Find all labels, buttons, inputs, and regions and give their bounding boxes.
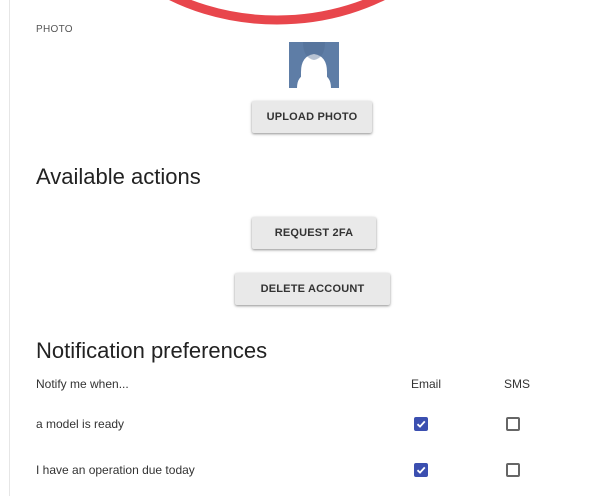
email-column-header: Email [411,377,442,391]
request-2fa-button[interactable]: REQUEST 2FA [252,217,376,249]
email-checkbox-model-ready[interactable] [414,417,428,431]
email-checkbox-operation-due[interactable] [414,463,428,477]
check-icon [416,466,426,474]
settings-page: PHOTO UPLOAD PHOTO Available actions REQ… [0,0,602,496]
sms-checkbox-operation-due[interactable] [506,463,520,477]
sms-checkbox-model-ready[interactable] [506,417,520,431]
delete-account-button[interactable]: DELETE ACCOUNT [235,273,390,305]
left-divider [9,0,10,496]
notification-preferences-heading: Notification preferences [36,338,268,363]
upload-photo-button[interactable]: UPLOAD PHOTO [252,101,372,133]
notify-column-header: Notify me when... [36,377,129,391]
person-silhouette-icon [289,42,339,88]
photo-section-label: PHOTO [36,24,73,35]
check-icon [416,420,426,428]
avatar[interactable] [289,42,339,88]
notification-row-label: I have an operation due today [36,463,195,477]
notification-row-label: a model is ready [36,417,125,431]
available-actions-heading: Available actions [36,164,201,189]
sms-column-header: SMS [504,377,531,391]
stamp-watermark [169,0,385,25]
